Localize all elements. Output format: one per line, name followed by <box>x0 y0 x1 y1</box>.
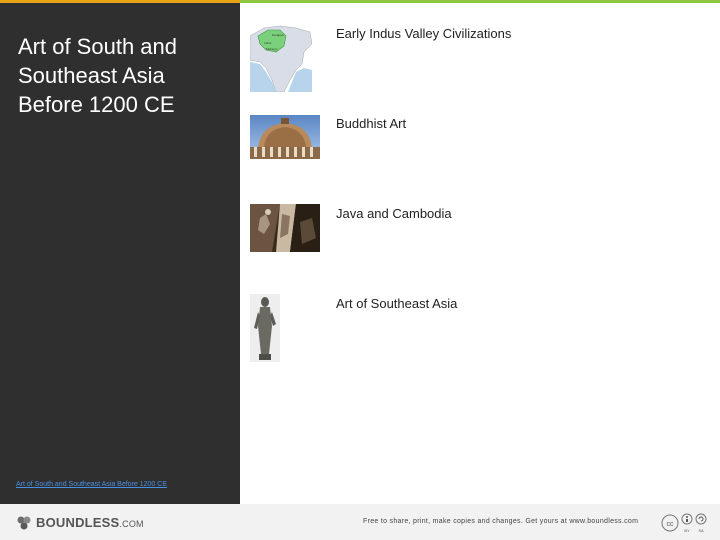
statue-thumbnail-icon <box>250 294 280 362</box>
map-thumbnail-icon: Harappa Indus Mohenjo <box>250 22 312 92</box>
top-accent-bar-green <box>240 0 720 3</box>
svg-text:Mohenjo: Mohenjo <box>266 47 278 51</box>
brand-name: BOUNDLESS <box>36 515 120 530</box>
brand-suffix: .COM <box>119 519 144 529</box>
footer: BOUNDLESS.COM Free to share, print, make… <box>0 504 720 540</box>
svg-text:Harappa: Harappa <box>272 33 284 37</box>
license-note: Free to share, print, make copies and ch… <box>363 518 639 525</box>
cc-text: cc <box>667 521 675 528</box>
svg-text:Indus: Indus <box>264 41 272 45</box>
item-label: Java and Cambodia <box>336 206 452 221</box>
item-label: Early Indus Valley Civilizations <box>336 26 512 41</box>
stupa-thumbnail-icon <box>250 115 320 159</box>
item-label: Art of Southeast Asia <box>336 296 458 311</box>
item-label: Buddhist Art <box>336 116 407 131</box>
sa-text: SA <box>698 528 704 533</box>
sidebar: Art of South and Southeast Asia Before 1… <box>0 3 240 504</box>
page-title: Art of South and Southeast Asia Before 1… <box>18 34 177 117</box>
cc-license-icon: cc BY SA <box>661 512 709 539</box>
source-link[interactable]: Art of South and Southeast Asia Before 1… <box>16 481 167 488</box>
by-text: BY <box>684 528 690 533</box>
boundless-logo-icon <box>17 516 31 529</box>
relief-thumbnail-icon <box>250 204 320 252</box>
boundless-logo[interactable]: BOUNDLESS.COM <box>16 515 144 530</box>
